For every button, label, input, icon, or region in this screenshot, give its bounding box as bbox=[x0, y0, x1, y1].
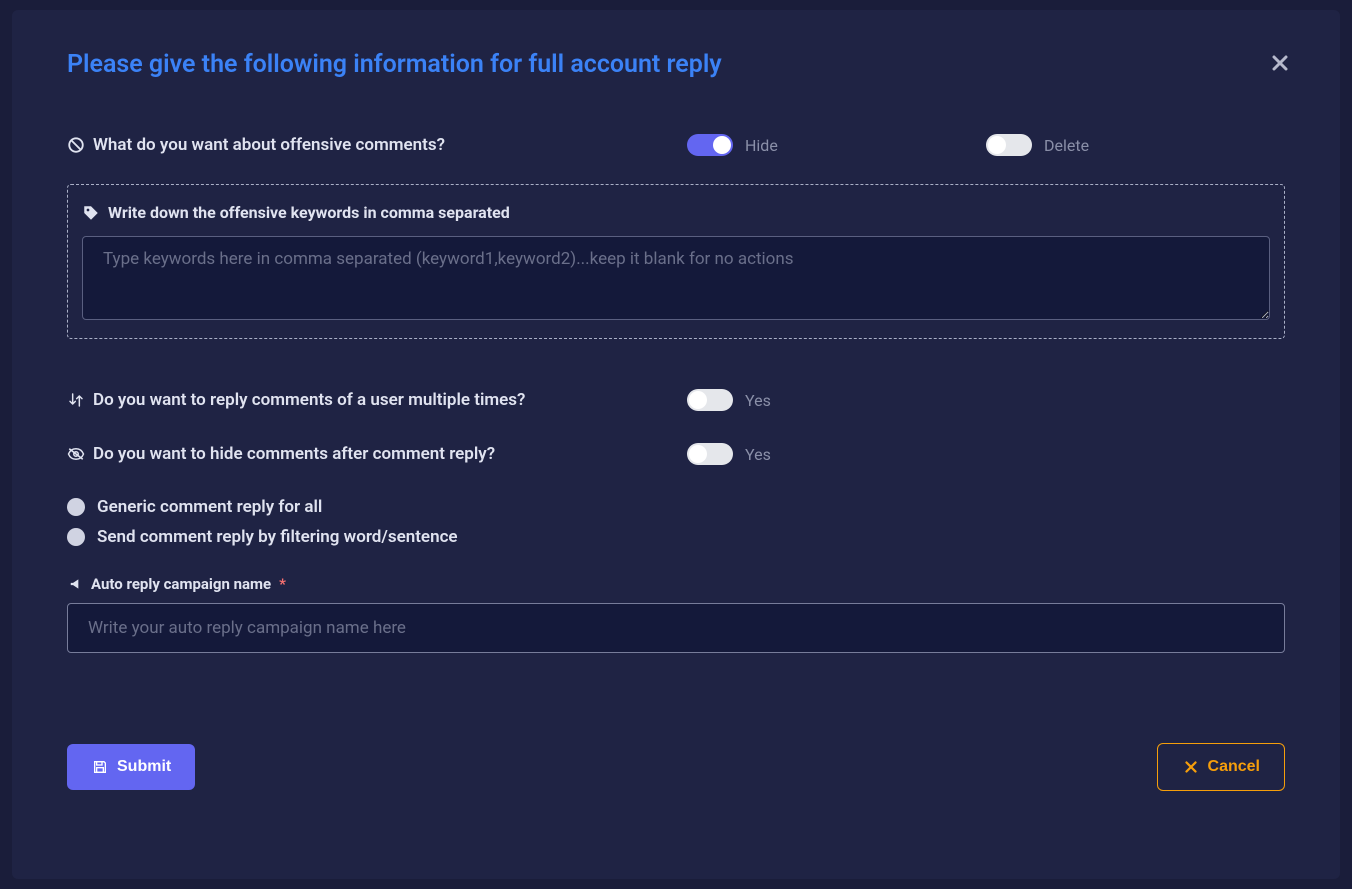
hide-after-reply-yes-label: Yes bbox=[745, 445, 771, 464]
reply-multiple-row: Do you want to reply comments of a user … bbox=[67, 389, 1285, 411]
reply-multiple-label: Do you want to reply comments of a user … bbox=[67, 390, 687, 410]
offensive-comments-row: What do you want about offensive comment… bbox=[67, 134, 1285, 156]
modal-dialog: Please give the following information fo… bbox=[12, 10, 1340, 879]
delete-toggle-label: Delete bbox=[1044, 136, 1089, 155]
hide-after-reply-text: Do you want to hide comments after comme… bbox=[93, 444, 495, 464]
tag-icon bbox=[82, 204, 100, 222]
radio-generic-label: Generic comment reply for all bbox=[97, 497, 322, 517]
required-mark: * bbox=[279, 575, 286, 593]
modal-title: Please give the following information fo… bbox=[67, 50, 1285, 79]
reply-multiple-toggle[interactable] bbox=[687, 389, 733, 411]
keywords-box: Write down the offensive keywords in com… bbox=[67, 184, 1285, 339]
radio-filter-reply[interactable]: Send comment reply by filtering word/sen… bbox=[67, 527, 1285, 547]
bullhorn-icon bbox=[67, 575, 85, 593]
campaign-name-input[interactable] bbox=[67, 603, 1285, 653]
sort-icon bbox=[67, 391, 85, 409]
hide-after-reply-row: Do you want to hide comments after comme… bbox=[67, 443, 1285, 465]
ban-icon bbox=[67, 136, 85, 154]
keywords-label-text: Write down the offensive keywords in com… bbox=[108, 203, 510, 222]
hide-toggle[interactable] bbox=[687, 134, 733, 156]
submit-button[interactable]: Submit bbox=[67, 744, 195, 790]
radio-icon bbox=[67, 528, 85, 546]
keywords-label: Write down the offensive keywords in com… bbox=[82, 203, 1270, 222]
reply-multiple-text: Do you want to reply comments of a user … bbox=[93, 390, 525, 410]
delete-toggle[interactable] bbox=[986, 134, 1032, 156]
button-row: Submit Cancel bbox=[67, 743, 1285, 791]
campaign-name-text: Auto reply campaign name bbox=[91, 575, 271, 593]
radio-icon bbox=[67, 498, 85, 516]
save-icon bbox=[91, 758, 109, 776]
close-button[interactable] bbox=[1272, 55, 1296, 79]
eye-slash-icon bbox=[67, 445, 85, 463]
hide-after-reply-toggle[interactable] bbox=[687, 443, 733, 465]
reply-mode-radio-group: Generic comment reply for all Send comme… bbox=[67, 497, 1285, 547]
hide-toggle-label: Hide bbox=[745, 136, 778, 155]
radio-generic-reply[interactable]: Generic comment reply for all bbox=[67, 497, 1285, 517]
campaign-name-label: Auto reply campaign name * bbox=[67, 575, 1285, 593]
offensive-comments-label: What do you want about offensive comment… bbox=[67, 135, 687, 155]
radio-filter-label: Send comment reply by filtering word/sen… bbox=[97, 527, 458, 547]
submit-label: Submit bbox=[117, 758, 171, 776]
offensive-comments-text: What do you want about offensive comment… bbox=[93, 135, 445, 155]
cancel-icon bbox=[1182, 758, 1200, 776]
cancel-button[interactable]: Cancel bbox=[1157, 743, 1285, 791]
close-icon bbox=[1272, 55, 1296, 71]
hide-after-reply-label: Do you want to hide comments after comme… bbox=[67, 444, 687, 464]
keywords-textarea[interactable] bbox=[82, 236, 1270, 320]
cancel-label: Cancel bbox=[1208, 758, 1260, 776]
reply-multiple-yes-label: Yes bbox=[745, 391, 771, 410]
